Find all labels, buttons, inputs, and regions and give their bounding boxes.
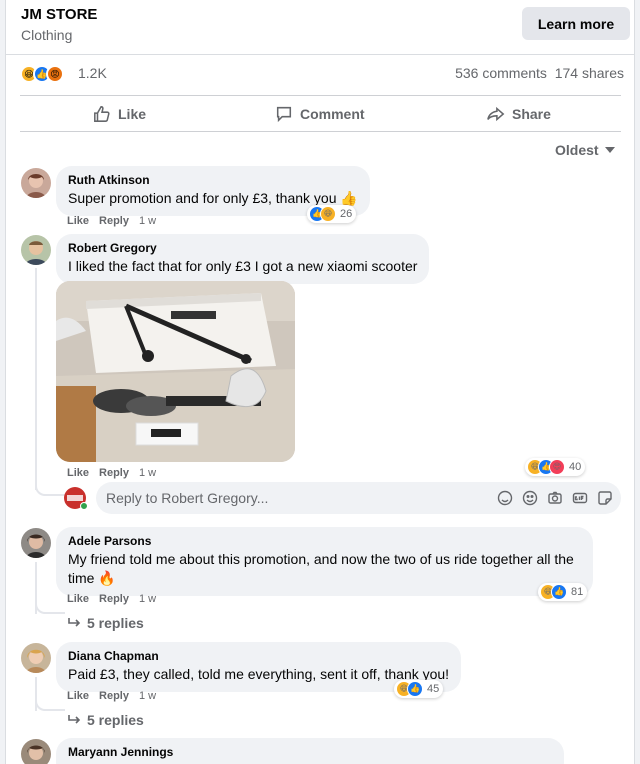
reaction-total[interactable]: 1.2K (78, 65, 107, 81)
shares-count[interactable]: 174 shares (555, 65, 624, 81)
comment-author[interactable]: Ruth Atkinson (68, 173, 358, 187)
like-reaction-icon: 👍 (551, 584, 567, 600)
comment-like-link[interactable]: Like (67, 690, 89, 702)
comment-reply-link[interactable]: Reply (99, 690, 129, 702)
avatar-sticker-icon[interactable] (496, 489, 513, 506)
divider (20, 95, 621, 96)
reaction-count: 45 (427, 683, 440, 695)
view-replies-button[interactable]: 5 replies (68, 615, 144, 631)
comment-author[interactable]: Robert Gregory (68, 241, 417, 255)
thread-connector (35, 600, 65, 614)
learn-more-button[interactable]: Learn more (522, 7, 630, 40)
comment-sort-dropdown[interactable]: Oldest (555, 142, 615, 158)
view-replies-button[interactable]: 5 replies (68, 712, 144, 728)
comment-text: Paid £3, they called, told me everything… (68, 666, 450, 682)
comment-reply-link[interactable]: Reply (99, 467, 129, 479)
emoji-icon[interactable] (521, 489, 538, 506)
reply-arrow-icon (68, 617, 81, 627)
comment-timestamp[interactable]: 1 w (139, 215, 156, 227)
comment-icon (276, 106, 292, 123)
like-reaction-icon: 👍 (407, 681, 423, 697)
replies-count: 5 replies (87, 712, 144, 728)
comment-like-link[interactable]: Like (67, 593, 89, 605)
comment-reactions[interactable]: 😆 👍 81 (538, 583, 588, 601)
comment-meta: Like Reply 1 w (67, 690, 156, 702)
comment-like-link[interactable]: Like (67, 215, 89, 227)
comment-reply-link[interactable]: Reply (99, 215, 129, 227)
like-action-label: Like (118, 106, 147, 122)
reaction-count: 81 (571, 586, 584, 598)
comment-bubble: Robert Gregory I liked the fact that for… (56, 234, 430, 284)
comment-text: I liked the fact that for only £3 I got … (68, 258, 418, 274)
sort-label: Oldest (555, 142, 599, 158)
page-name[interactable]: JM STORE (21, 6, 97, 23)
comment-reply-link[interactable]: Reply (99, 593, 129, 605)
comment-meta: Like Reply 1 w (67, 467, 156, 479)
haha-reaction-icon: 😆 (320, 206, 336, 222)
thread-connector (35, 697, 65, 711)
reply-input[interactable]: Reply to Robert Gregory... (96, 482, 621, 514)
avatar[interactable] (21, 739, 51, 764)
reply-toolbar (496, 489, 613, 506)
avatar[interactable] (21, 643, 51, 673)
comment-reactions[interactable]: 😆 👍 😍 40 (525, 458, 586, 476)
thread-line (35, 268, 37, 490)
avatar[interactable] (21, 528, 51, 558)
comment-bubble: Maryann Jennings (56, 738, 564, 764)
comment-author[interactable]: Diana Chapman (68, 649, 449, 663)
chevron-down-icon (604, 147, 615, 153)
comment-timestamp[interactable]: 1 w (139, 690, 156, 702)
comment-meta: Like Reply 1 w (67, 593, 156, 605)
gif-icon[interactable] (571, 489, 588, 506)
online-status-dot (80, 502, 88, 510)
comment-bubble: Adele Parsons My friend told me about th… (56, 527, 593, 596)
comment-timestamp[interactable]: 1 w (139, 467, 156, 479)
comment-action-label: Comment (300, 106, 365, 122)
replies-count: 5 replies (87, 615, 144, 631)
sticker-icon[interactable] (596, 489, 613, 506)
comment-meta: Like Reply 1 w (67, 215, 156, 227)
thumbs-up-icon (94, 106, 110, 122)
thread-connector (35, 482, 65, 496)
divider (20, 131, 621, 132)
reply-arrow-icon (68, 714, 81, 724)
comment-text: My friend told me about this promotion, … (68, 551, 574, 586)
reaction-count: 26 (340, 208, 353, 220)
comment-timestamp[interactable]: 1 w (139, 593, 156, 605)
engagement-counts: 536 comments 174 shares (455, 65, 624, 81)
avatar[interactable] (21, 235, 51, 265)
share-icon (487, 106, 505, 122)
reaction-count: 40 (569, 461, 582, 473)
comment-author[interactable]: Adele Parsons (68, 534, 581, 548)
reply-placeholder: Reply to Robert Gregory... (106, 490, 269, 506)
share-action-label: Share (512, 106, 551, 122)
like-action-button[interactable]: Like (93, 105, 146, 123)
comment-like-link[interactable]: Like (67, 467, 89, 479)
comment-photo[interactable] (56, 281, 295, 462)
avatar[interactable] (21, 168, 51, 198)
angry-reaction-icon: 😡 (46, 65, 64, 83)
reaction-summary-icons[interactable]: 😆 👍 😡 (20, 65, 64, 83)
comment-reactions[interactable]: 😆 👍 45 (394, 680, 444, 698)
page-category: Clothing (21, 27, 73, 43)
camera-icon[interactable] (546, 489, 563, 506)
comment-reactions[interactable]: 👍 😆 26 (307, 205, 357, 223)
post-card: JM STORE Clothing Learn more 😆 👍 😡 1.2K … (5, 0, 635, 764)
divider (6, 54, 634, 55)
love-reaction-icon: 😍 (549, 459, 565, 475)
comments-count[interactable]: 536 comments (455, 65, 547, 81)
share-action-button[interactable]: Share (487, 105, 551, 123)
comment-action-button[interactable]: Comment (275, 105, 365, 123)
comment-author[interactable]: Maryann Jennings (68, 745, 552, 759)
